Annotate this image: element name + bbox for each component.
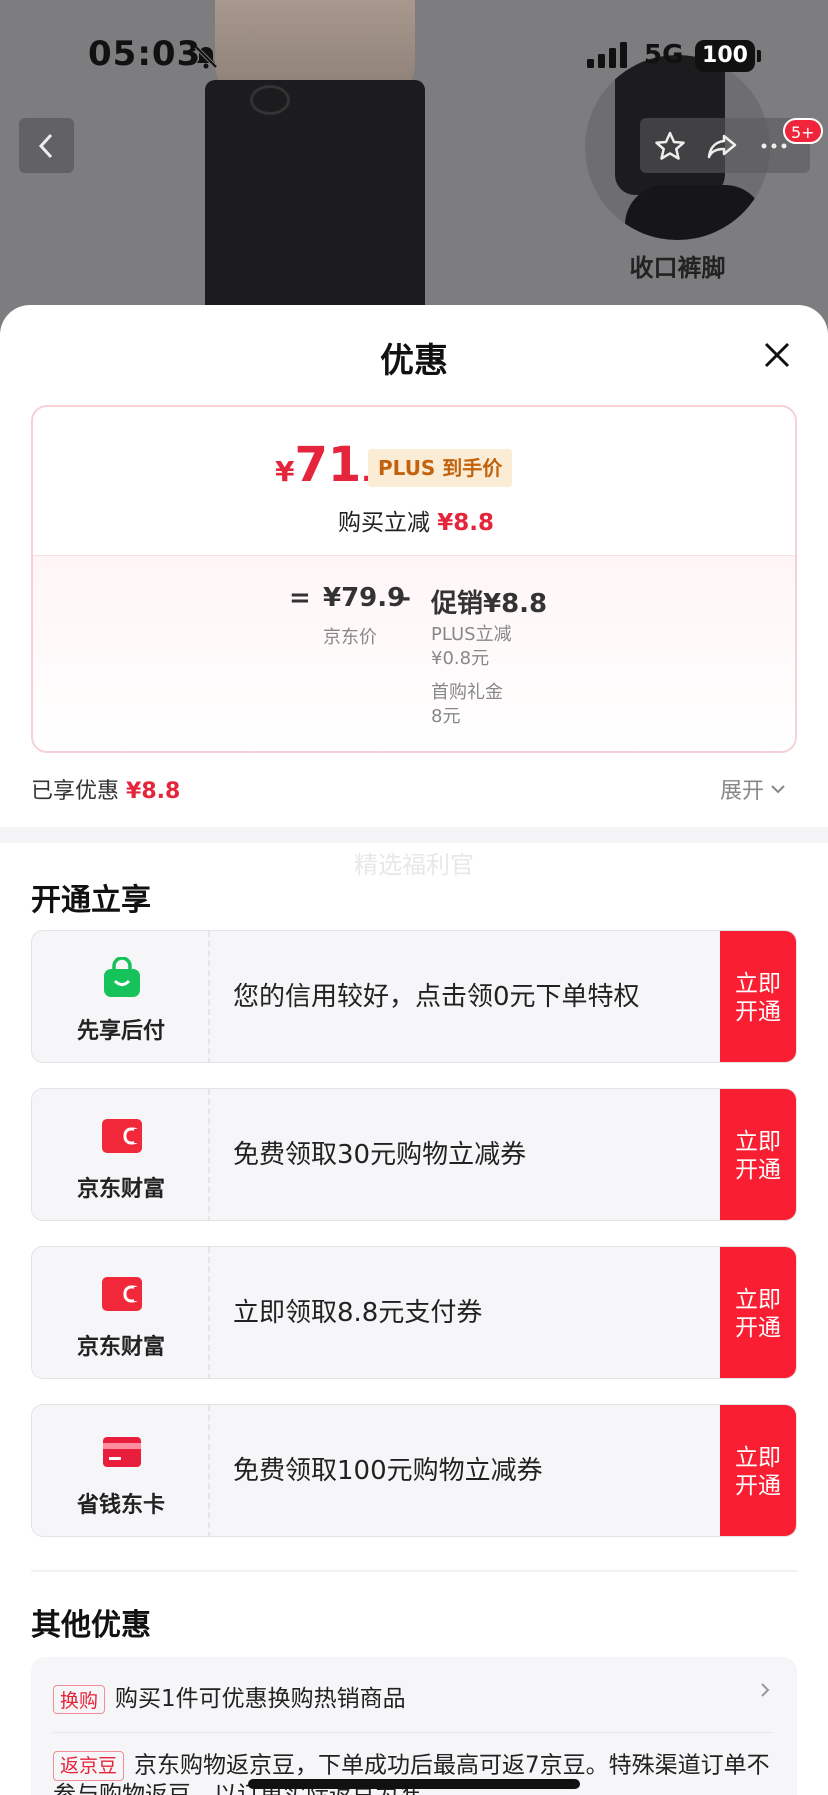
first-purchase-detail: 首购礼金 8元: [431, 681, 503, 729]
close-icon[interactable]: [757, 335, 797, 375]
plus-price-tag: PLUS 到手价: [368, 449, 513, 487]
network-type: 5G: [644, 40, 684, 70]
row-divider: [53, 1732, 773, 1733]
first-purchase-value: 8元: [431, 706, 461, 727]
activate-button[interactable]: 立即开通: [720, 1089, 796, 1220]
thumb-shoe: [625, 185, 765, 240]
offer-description: 您的信用较好，点击领0元下单特权: [233, 982, 640, 1012]
offer-card[interactable]: 省钱东卡 免费领取100元购物立减券 立即开通: [31, 1404, 797, 1537]
offer-logo-column: 京东财富: [32, 1089, 210, 1220]
green-bag-icon: [104, 957, 140, 997]
enjoyed-label: 已享优惠: [31, 779, 120, 804]
status-time: 05:03: [88, 34, 202, 74]
status-bar: 05:03 5G 100: [0, 0, 828, 110]
reduce-value: ¥8.8: [437, 510, 495, 536]
price-currency: ¥: [275, 455, 295, 488]
mute-bell-icon: [194, 45, 218, 69]
offer-logo-column: 省钱东卡: [32, 1405, 210, 1536]
other-section-title: 其他优惠: [31, 1608, 151, 1643]
red-card-icon: [103, 1437, 141, 1467]
offer-logo-column: 京东财富: [32, 1247, 210, 1378]
section-separator: [31, 1570, 797, 1572]
offer-provider-name: 省钱东卡: [76, 1493, 165, 1518]
reduce-label: 购买立减: [337, 510, 430, 536]
activate-button[interactable]: 立即开通: [720, 1405, 796, 1536]
signal-icon: [587, 42, 627, 68]
price-integer: 71: [294, 437, 362, 493]
offer-description: 免费领取100元购物立减券: [233, 1456, 543, 1486]
activate-button[interactable]: 立即开通: [720, 1247, 796, 1378]
offer-description: 立即领取8.8元支付券: [233, 1298, 483, 1328]
minus-sign: –: [398, 583, 411, 613]
equals-sign: =: [289, 583, 311, 613]
plus-reduce-label: PLUS立减: [431, 624, 512, 645]
open-section-title: 开通立享: [31, 883, 151, 918]
sheet-title: 优惠: [380, 341, 448, 381]
battery-icon: 100: [695, 40, 755, 72]
exchange-tag: 换购: [53, 1685, 106, 1714]
offer-provider-name: 先享后付: [76, 1019, 165, 1044]
share-icon[interactable]: [706, 130, 738, 162]
first-purchase-label: 首购礼金: [431, 682, 503, 703]
exchange-offer-text: 购买1件可优惠换购热销商品: [115, 1686, 406, 1712]
red-wallet-icon: [102, 1119, 142, 1153]
plus-reduce-value: ¥0.8元: [431, 648, 490, 669]
breakdown-section: [33, 555, 795, 751]
enjoyed-value: ¥8.8: [126, 779, 181, 804]
promo-discount: 促销¥8.8: [431, 589, 548, 619]
offer-provider-name: 京东财富: [76, 1177, 165, 1202]
battery-tip: [757, 50, 761, 62]
discount-sheet: 优惠 ¥71.1 PLUS 到手价 购买立减 ¥8.8 = ¥79.9 – 促销…: [0, 305, 828, 1795]
offer-logo-column: 先享后付: [32, 931, 210, 1062]
offer-card[interactable]: 京东财富 立即领取8.8元支付券 立即开通: [31, 1246, 797, 1379]
offer-card[interactable]: 先享后付 您的信用较好，点击领0元下单特权 立即开通: [31, 930, 797, 1063]
pants-image: [205, 80, 425, 330]
activate-button[interactable]: 立即开通: [720, 931, 796, 1062]
red-wallet-icon: [102, 1277, 142, 1311]
home-indicator: [248, 1779, 580, 1789]
price-breakdown-card: ¥71.1 PLUS 到手价 购买立减 ¥8.8 = ¥79.9 – 促销¥8.…: [31, 405, 797, 753]
exchange-offer-row[interactable]: 换购 购买1件可优惠换购热销商品: [53, 1679, 773, 1714]
message-count-badge: 5+: [783, 118, 823, 144]
enjoyed-discount: 已享优惠 ¥8.8: [31, 773, 180, 805]
expand-label: 展开: [720, 779, 765, 804]
offer-card[interactable]: 京东财富 免费领取30元购物立减券 立即开通: [31, 1088, 797, 1221]
thumbnail-label: 收口裤脚: [629, 254, 726, 282]
jd-price-label: 京东价: [323, 627, 377, 648]
jingdou-tag: 返京豆: [53, 1751, 125, 1781]
jd-price: ¥79.9: [323, 583, 406, 613]
other-offers-list: 换购 购买1件可优惠换购热销商品 返京豆 京东购物返京豆，下单成功后最高可返7京豆。…: [31, 1657, 797, 1795]
chevron-down-icon: [771, 785, 785, 794]
offer-provider-name: 京东财富: [76, 1335, 165, 1360]
chevron-right-icon[interactable]: [756, 1681, 774, 1699]
chevron-left-icon: [38, 133, 52, 158]
offer-description: 免费领取30元购物立减券: [233, 1140, 527, 1170]
buy-reduce-line: 购买立减 ¥8.8: [33, 503, 795, 537]
star-icon[interactable]: [654, 130, 686, 162]
back-button[interactable]: [19, 118, 74, 173]
expand-button[interactable]: 展开: [720, 773, 786, 805]
section-divider: [0, 827, 828, 843]
plus-reduce-detail: PLUS立减 ¥0.8元: [431, 623, 512, 671]
